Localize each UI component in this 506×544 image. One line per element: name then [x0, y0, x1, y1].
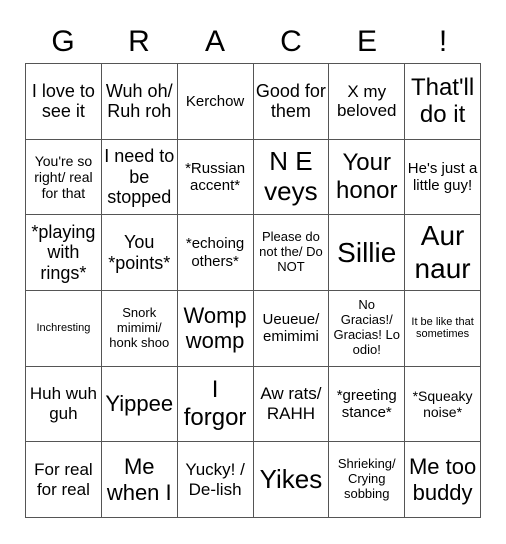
bingo-cell[interactable]: He's just a little guy! — [405, 139, 481, 216]
bingo-cell[interactable]: It be like that sometimes — [405, 290, 481, 367]
bingo-cell[interactable]: No Gracias!/ Gracias! Lo odio! — [329, 290, 406, 367]
bingo-cell[interactable]: You're so right/ real for that — [26, 139, 102, 216]
bingo-cell[interactable]: Aw rats/ RAHH — [253, 366, 330, 443]
bingo-cell[interactable]: Yippee — [101, 366, 178, 443]
bingo-cell[interactable]: I love to see it — [26, 64, 102, 140]
bingo-cell[interactable]: *playing with rings* — [26, 215, 102, 291]
bingo-cell[interactable]: Please do not the/ Do NOT — [253, 215, 330, 291]
bingo-cell[interactable]: Yikes — [253, 442, 330, 518]
bingo-card-grid: I love to see it Wuh oh/ Ruh roh Kerchow… — [25, 63, 481, 518]
bingo-cell[interactable]: *greeting stance* — [329, 366, 406, 443]
bingo-cell[interactable]: Kerchow — [177, 64, 254, 140]
header-letter: R — [128, 25, 150, 58]
bingo-cell[interactable]: Your honor — [329, 139, 406, 216]
bingo-cell[interactable]: Inchresting — [26, 290, 102, 367]
bingo-cell[interactable]: Ueueue/ emimimi — [253, 290, 330, 367]
bingo-cell[interactable]: Huh wuh guh — [26, 366, 102, 443]
bingo-cell[interactable]: I forgor — [177, 366, 254, 443]
bingo-cell[interactable]: Aur naur — [405, 215, 481, 291]
bingo-cell[interactable]: That'll do it — [405, 64, 481, 140]
bingo-cell[interactable]: Yucky! / De-lish — [177, 442, 254, 518]
bingo-cell[interactable]: I need to be stopped — [101, 139, 178, 216]
bingo-cell[interactable]: *Russian accent* — [177, 139, 254, 216]
bingo-cell[interactable]: Me too buddy — [405, 442, 481, 518]
bingo-header: G R A C E ! — [25, 22, 481, 62]
header-letter: ! — [438, 25, 448, 58]
bingo-cell[interactable]: *Squeaky noise* — [405, 366, 481, 443]
bingo-cell[interactable]: Womp womp — [177, 290, 254, 367]
bingo-cell[interactable]: Me when I — [101, 442, 178, 518]
bingo-cell[interactable]: Snork mimimi/ honk shoo — [101, 290, 178, 367]
header-letter: G — [51, 25, 75, 58]
bingo-cell[interactable]: *echoing others* — [177, 215, 254, 291]
bingo-cell[interactable]: Sillie — [329, 215, 406, 291]
header-letter: A — [204, 25, 225, 58]
bingo-cell[interactable]: N E veys — [253, 139, 330, 216]
header-letter: C — [280, 25, 302, 58]
bingo-cell[interactable]: Shrieking/ Crying sobbing — [329, 442, 406, 518]
bingo-cell[interactable]: For real for real — [26, 442, 102, 518]
bingo-cell[interactable]: X my beloved — [329, 64, 406, 140]
bingo-cell[interactable]: Good for them — [253, 64, 330, 140]
header-letter: E — [356, 25, 377, 58]
bingo-cell[interactable]: Wuh oh/ Ruh roh — [101, 64, 178, 140]
bingo-cell[interactable]: You *points* — [101, 215, 178, 291]
